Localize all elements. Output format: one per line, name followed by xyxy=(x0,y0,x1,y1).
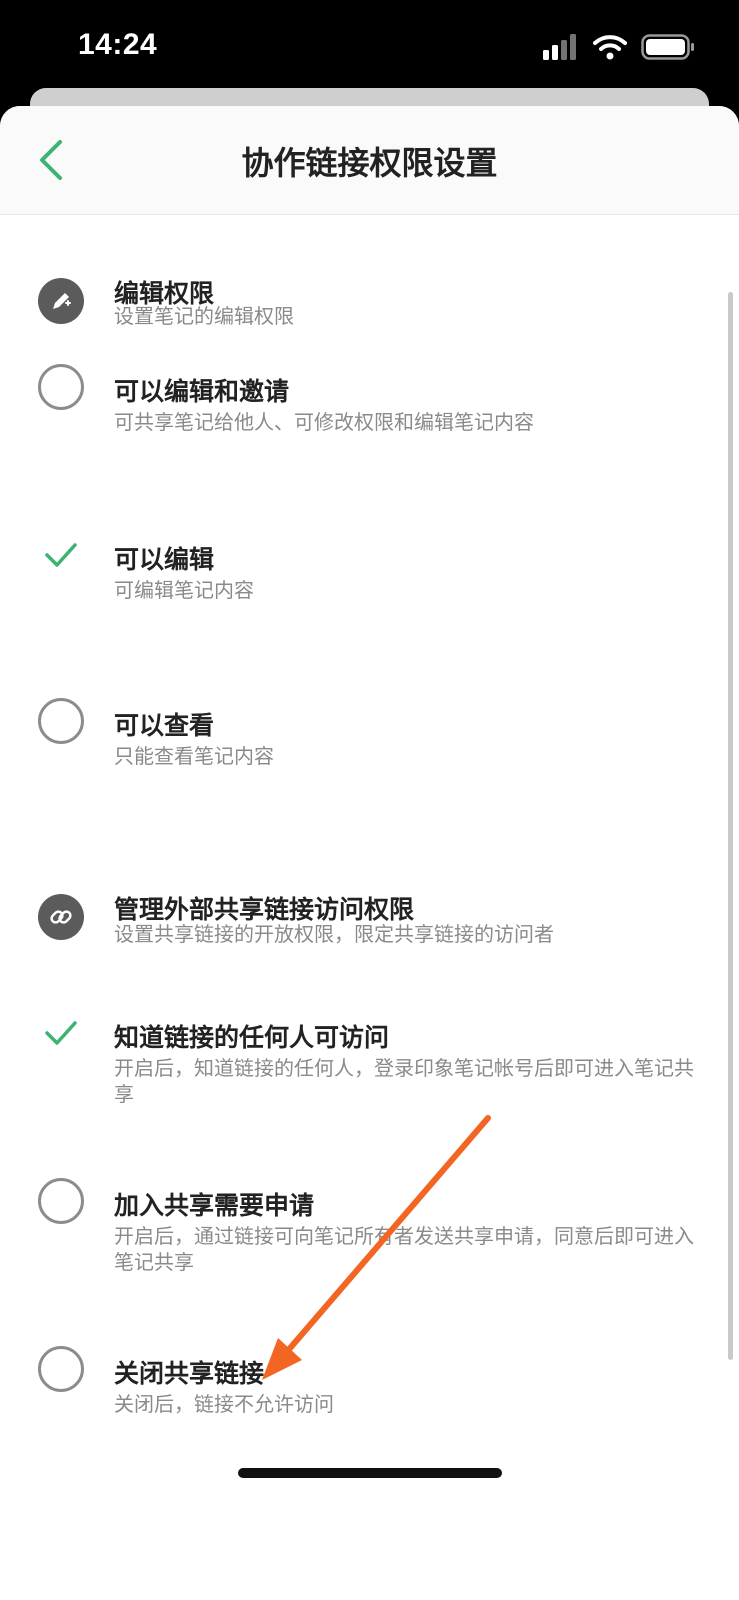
checkmark-icon[interactable] xyxy=(38,1010,84,1056)
option-description: 只能查看笔记内容 xyxy=(114,746,274,768)
option-description: 可编辑笔记内容 xyxy=(114,580,254,602)
option-description: 开启后，知道链接的任何人，登录印象笔记帐号后即可进入笔记共享 xyxy=(114,1058,694,1106)
link-icon xyxy=(38,894,84,940)
checkmark-icon[interactable] xyxy=(38,532,84,578)
option-description: 可共享笔记给他人、可修改权限和编辑笔记内容 xyxy=(114,412,534,434)
nav-bar: 协作链接权限设置 xyxy=(0,106,739,215)
wifi-icon xyxy=(593,35,627,60)
option-edit-and-invite[interactable]: 可以编辑和邀请 可共享笔记给他人、可修改权限和编辑笔记内容 xyxy=(0,364,700,460)
radio-unselected[interactable] xyxy=(38,1178,84,1224)
pencil-icon xyxy=(38,278,84,324)
option-description: 关闭后，链接不允许访问 xyxy=(114,1394,334,1416)
battery-icon xyxy=(641,34,694,60)
section-title: 管理外部共享链接访问权限 xyxy=(114,896,415,924)
option-close-share-link[interactable]: 关闭共享链接 关闭后，链接不允许访问 xyxy=(0,1346,700,1436)
option-title: 可以编辑和邀请 xyxy=(114,378,290,406)
option-title: 加入共享需要申请 xyxy=(114,1192,315,1220)
permission-sheet: 协作链接权限设置 编辑权限 设置笔记的编辑权限 可以编辑和邀请 可共享笔记给他人… xyxy=(0,106,739,1600)
section-description: 设置共享链接的开放权限，限定共享链接的访问者 xyxy=(114,924,554,946)
section-description: 设置笔记的编辑权限 xyxy=(114,306,294,328)
status-bar: 14:24 xyxy=(0,0,739,100)
radio-unselected[interactable] xyxy=(38,698,84,744)
option-title: 知道链接的任何人可访问 xyxy=(114,1024,390,1052)
option-title: 可以查看 xyxy=(114,712,215,740)
scrollbar[interactable] xyxy=(728,292,733,1360)
option-request-to-join[interactable]: 加入共享需要申请 开启后，通过链接可向笔记所有者发送共享申请，同意后即可进入笔记… xyxy=(0,1178,700,1288)
signal-icon xyxy=(543,34,576,60)
status-icons xyxy=(543,34,695,60)
radio-unselected[interactable] xyxy=(38,364,84,410)
option-title: 可以编辑 xyxy=(114,546,215,574)
option-title: 关闭共享链接 xyxy=(114,1360,265,1388)
option-can-edit[interactable]: 可以编辑 可编辑笔记内容 xyxy=(0,532,700,628)
radio-unselected[interactable] xyxy=(38,1346,84,1392)
option-anyone-with-link[interactable]: 知道链接的任何人可访问 开启后，知道链接的任何人，登录印象笔记帐号后即可进入笔记… xyxy=(0,1010,700,1120)
option-description: 开启后，通过链接可向笔记所有者发送共享申请，同意后即可进入笔记共享 xyxy=(114,1226,694,1274)
status-time: 14:24 xyxy=(78,28,158,61)
page-title: 协作链接权限设置 xyxy=(241,145,498,181)
option-can-view[interactable]: 可以查看 只能查看笔记内容 xyxy=(0,698,700,794)
home-indicator xyxy=(238,1468,502,1478)
